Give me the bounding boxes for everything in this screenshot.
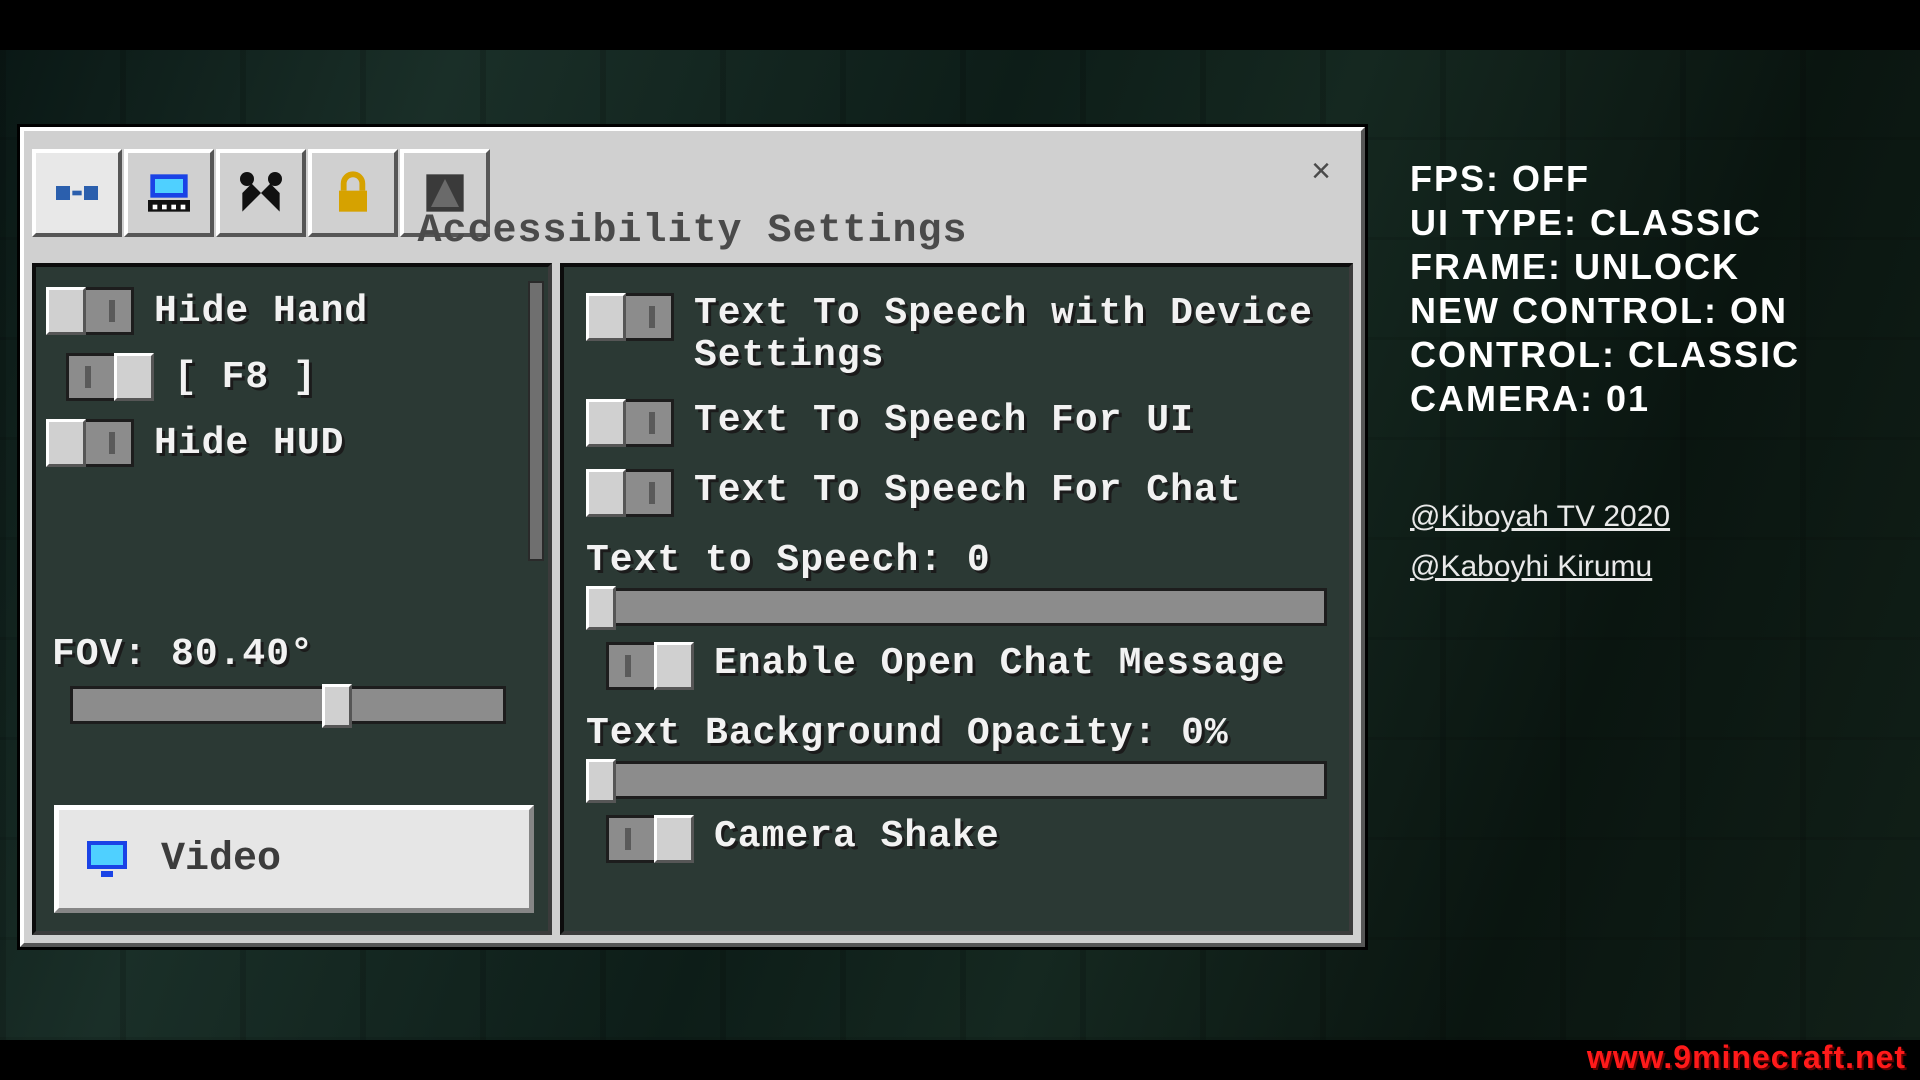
left-panel: Hide Hand [ F8 ] Hide HUD FOV: 80.40°	[32, 263, 552, 935]
f8-row: [ F8 ]	[66, 353, 548, 401]
tts-device-label: Text To Speech with Device Settings	[694, 293, 1327, 377]
open-chat-label: Enable Open Chat Message	[714, 642, 1285, 685]
bg-opacity-slider[interactable]	[586, 761, 1327, 799]
tts-device-toggle[interactable]	[586, 293, 674, 341]
hide-hud-row: Hide HUD	[46, 419, 548, 467]
modal-header: Accessibility Settings ×	[24, 131, 1361, 259]
tts-ui-toggle[interactable]	[586, 399, 674, 447]
fov-label: FOV: 80.40°	[52, 633, 518, 676]
f8-label: [ F8 ]	[174, 356, 317, 399]
credit-line-2: @Kaboyhi Kirumu	[1410, 550, 1670, 584]
bg-opacity-label: Text Background Opacity: 0%	[586, 712, 1327, 755]
camera-shake-label: Camera Shake	[714, 815, 1000, 858]
credit-line-1: @Kiboyah TV 2020	[1410, 500, 1670, 534]
fov-group: FOV: 80.40°	[46, 617, 518, 724]
left-scrollbar[interactable]	[528, 281, 544, 561]
hide-hud-label: Hide HUD	[154, 422, 344, 465]
open-chat-toggle[interactable]	[606, 642, 694, 690]
debug-overlay: FPS: OFF UI TYPE: CLASSIC FRAME: UNLOCK …	[1410, 158, 1800, 422]
tts-slider[interactable]	[586, 588, 1327, 626]
tts-chat-row: Text To Speech For Chat	[586, 469, 1327, 517]
fov-slider[interactable]	[70, 686, 506, 724]
left-option-list: Hide Hand [ F8 ] Hide HUD	[36, 267, 548, 467]
tts-ui-row: Text To Speech For UI	[586, 399, 1327, 447]
tts-slider-label: Text to Speech: 0	[586, 539, 1327, 582]
f8-toggle[interactable]	[66, 353, 154, 401]
watermark: www.9minecraft.net	[1587, 1039, 1906, 1076]
overlay-frame: FRAME: UNLOCK	[1410, 246, 1800, 288]
overlay-camera: CAMERA: 01	[1410, 378, 1800, 420]
overlay-new-control: NEW CONTROL: ON	[1410, 290, 1800, 332]
tts-device-row: Text To Speech with Device Settings	[586, 293, 1327, 377]
right-panel: Text To Speech with Device Settings Text…	[560, 263, 1353, 935]
hide-hand-label: Hide Hand	[154, 290, 368, 333]
camera-shake-toggle[interactable]	[606, 815, 694, 863]
overlay-ui-type: UI TYPE: CLASSIC	[1410, 202, 1800, 244]
overlay-control: CONTROL: CLASSIC	[1410, 334, 1800, 376]
hide-hand-row: Hide Hand	[46, 287, 548, 335]
video-button-label: Video	[161, 837, 281, 882]
overlay-fps: FPS: OFF	[1410, 158, 1800, 200]
letterbox-top	[0, 0, 1920, 50]
settings-modal: Accessibility Settings × Hide Hand [ F8 …	[20, 127, 1365, 947]
camera-shake-row: Camera Shake	[606, 815, 1327, 863]
open-chat-row: Enable Open Chat Message	[606, 642, 1327, 690]
close-button[interactable]: ×	[1301, 151, 1341, 191]
video-button[interactable]: Video	[54, 805, 534, 913]
hide-hand-toggle[interactable]	[46, 287, 134, 335]
tts-chat-label: Text To Speech For Chat	[694, 469, 1242, 512]
modal-title: Accessibility Settings	[24, 209, 1361, 254]
monitor-icon	[83, 837, 131, 881]
hide-hud-toggle[interactable]	[46, 419, 134, 467]
tts-chat-toggle[interactable]	[586, 469, 674, 517]
tts-ui-label: Text To Speech For UI	[694, 399, 1194, 442]
credits: @Kiboyah TV 2020 @Kaboyhi Kirumu	[1410, 500, 1670, 600]
modal-body: Hide Hand [ F8 ] Hide HUD FOV: 80.40°	[32, 263, 1353, 935]
